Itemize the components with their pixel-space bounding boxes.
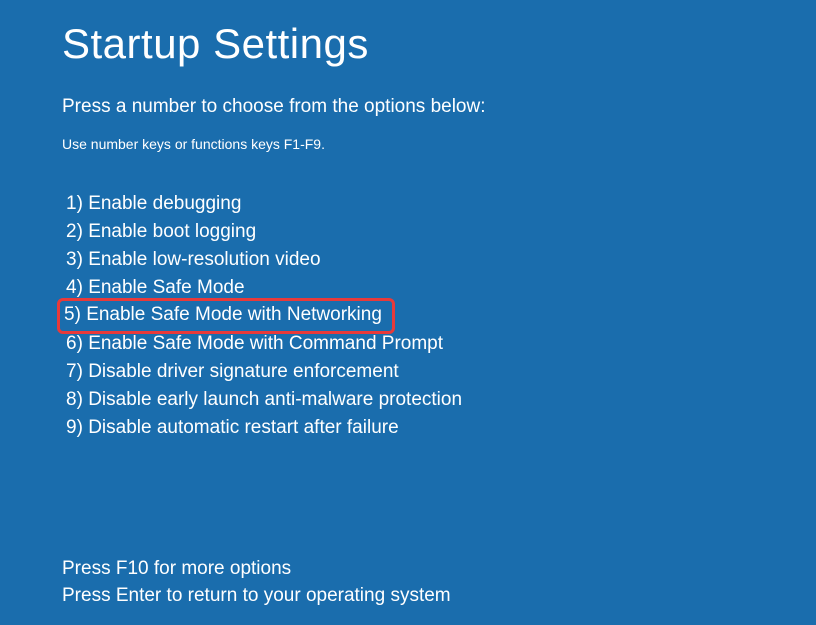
option-label: 2) Enable boot logging [62, 218, 260, 246]
options-list: 1) Enable debugging 2) Enable boot loggi… [62, 190, 816, 442]
option-9[interactable]: 9) Disable automatic restart after failu… [62, 414, 816, 442]
option-label: 6) Enable Safe Mode with Command Prompt [62, 330, 447, 358]
option-2[interactable]: 2) Enable boot logging [62, 218, 816, 246]
option-3[interactable]: 3) Enable low-resolution video [62, 246, 816, 274]
option-label: 9) Disable automatic restart after failu… [62, 414, 403, 442]
option-8[interactable]: 8) Disable early launch anti-malware pro… [62, 386, 816, 414]
option-1[interactable]: 1) Enable debugging [62, 190, 816, 218]
footer-return: Press Enter to return to your operating … [62, 582, 451, 609]
key-hint: Use number keys or functions keys F1-F9. [62, 136, 816, 152]
option-label: 5) Enable Safe Mode with Networking [64, 304, 382, 325]
option-label: 8) Disable early launch anti-malware pro… [62, 386, 466, 414]
option-7[interactable]: 7) Disable driver signature enforcement [62, 358, 816, 386]
page-title: Startup Settings [62, 20, 816, 68]
footer: Press F10 for more options Press Enter t… [62, 555, 451, 609]
subtitle: Press a number to choose from the option… [62, 96, 816, 118]
option-5[interactable]: 5) Enable Safe Mode with Networking [62, 302, 816, 330]
option-label: 7) Disable driver signature enforcement [62, 358, 403, 386]
highlight-box: 5) Enable Safe Mode with Networking [57, 298, 395, 334]
option-label: 3) Enable low-resolution video [62, 246, 325, 274]
option-label: 1) Enable debugging [62, 190, 245, 218]
option-6[interactable]: 6) Enable Safe Mode with Command Prompt [62, 330, 816, 358]
footer-more-options: Press F10 for more options [62, 555, 451, 582]
